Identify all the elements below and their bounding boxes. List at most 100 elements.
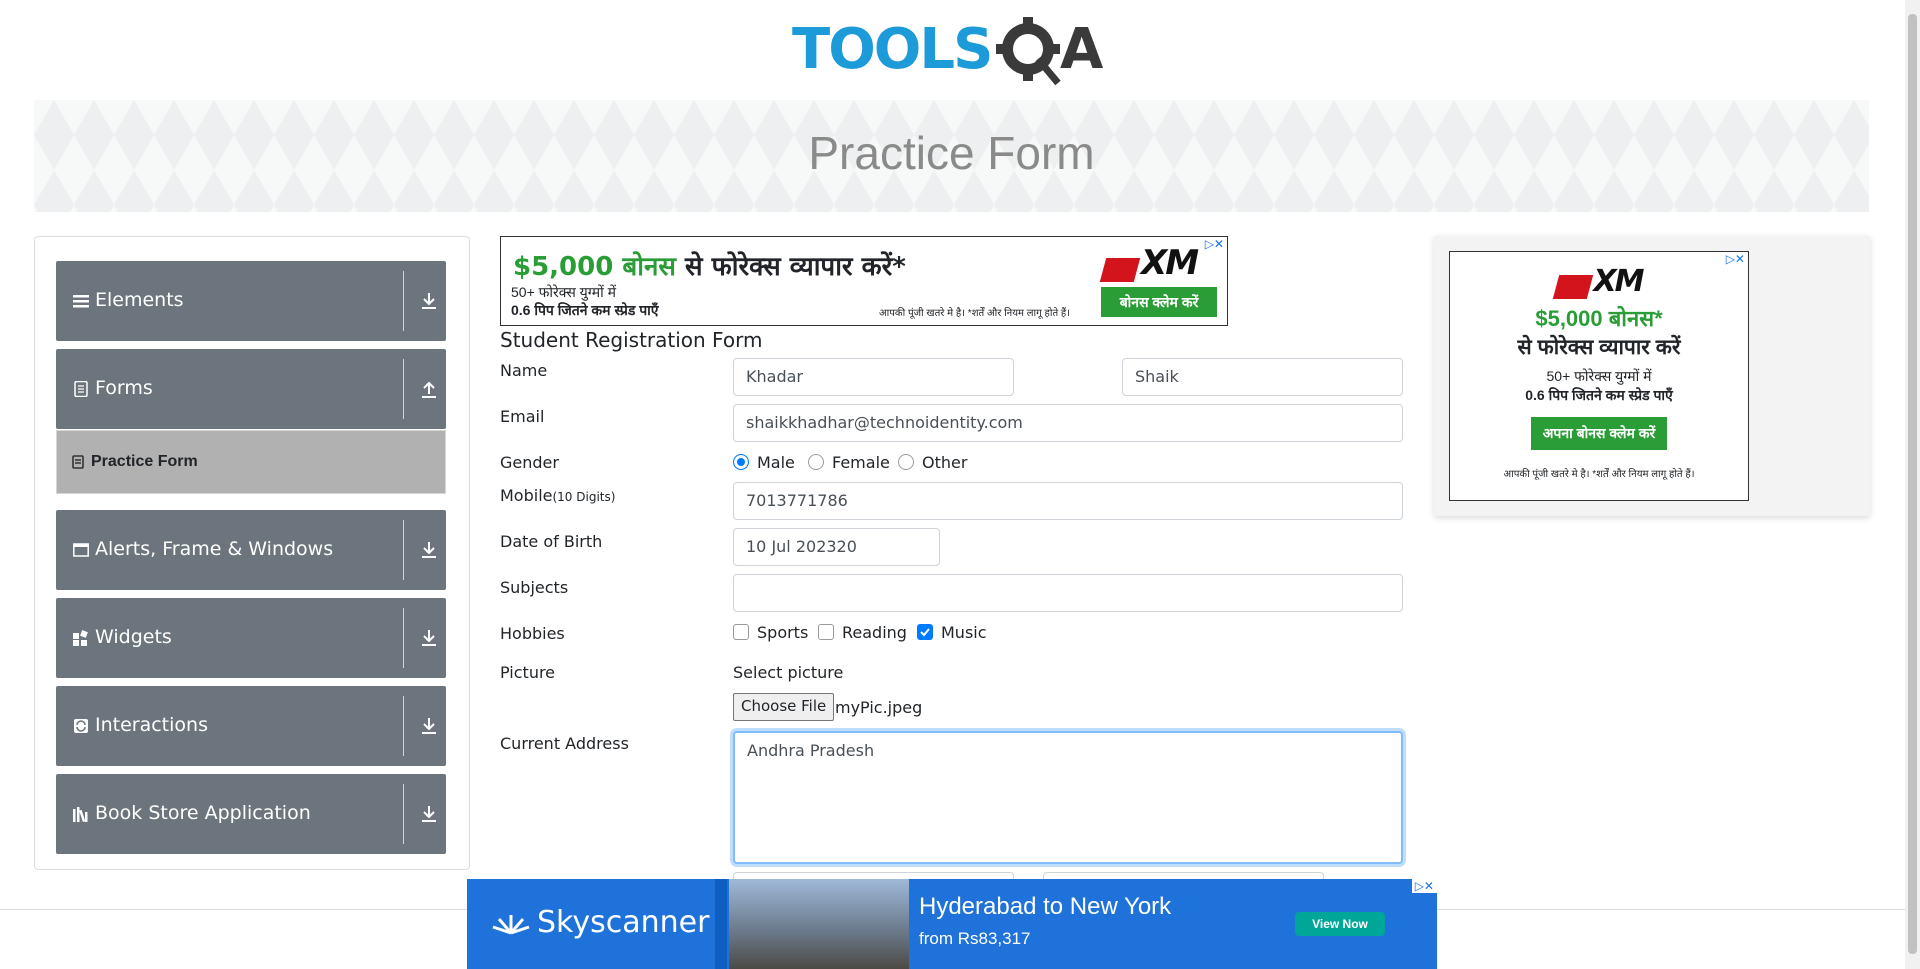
- mobile-label: Mobile(10 Digits): [500, 486, 615, 505]
- sidebar-group-book-store[interactable]: Book Store Application: [56, 774, 446, 854]
- gender-other-label[interactable]: Other: [922, 453, 967, 472]
- ad-line1: 50+ फोरेक्स युग्मों में: [1546, 368, 1652, 384]
- gender-female-radio[interactable]: [808, 454, 824, 470]
- sidebar-divider: [403, 520, 404, 580]
- upload-arrow-icon[interactable]: [420, 379, 438, 399]
- sidebar-group-interactions[interactable]: Interactions: [56, 686, 446, 766]
- hobby-reading-checkbox[interactable]: [818, 624, 834, 640]
- hobbies-label: Hobbies: [500, 624, 565, 643]
- sidebar-group-label: Book Store Application: [95, 802, 311, 824]
- download-arrow-icon[interactable]: [420, 628, 438, 648]
- download-arrow-icon[interactable]: [420, 291, 438, 311]
- picture-label: Picture: [500, 663, 556, 682]
- checkmark-icon: [920, 628, 930, 637]
- vertical-scrollbar[interactable]: [1905, 0, 1920, 969]
- ad-price: from Rs83,317: [919, 929, 1031, 948]
- current-address-textarea[interactable]: Andhra Pradesh: [733, 731, 1403, 864]
- xm-mark-icon: [1099, 257, 1141, 282]
- sidebar-divider: [403, 271, 404, 331]
- toolsqa-logo[interactable]: TOOLS A: [792, 14, 1114, 92]
- hamburger-icon: [73, 295, 89, 308]
- xm-mark-icon: [1552, 274, 1593, 299]
- hobby-music-checkbox[interactable]: [917, 624, 933, 640]
- sidebar-divider: [403, 359, 404, 419]
- sidebar: Elements Forms Practice Form Alerts, Fra…: [34, 236, 470, 870]
- right-advertisement[interactable]: ▷✕ XM $5,000 बोनस* से फोरेक्स व्यापार कर…: [1449, 251, 1749, 501]
- ad-close-icon[interactable]: ▷✕: [1411, 879, 1437, 893]
- mobile-input[interactable]: 7013771786: [733, 482, 1403, 520]
- ad-disclaimer: आपकी पूंजी खतरे मे है। *शर्तें और नियम ल…: [879, 308, 1071, 319]
- download-arrow-icon[interactable]: [420, 540, 438, 560]
- interactions-icon: [74, 719, 88, 733]
- view-now-button[interactable]: View Now: [1295, 912, 1385, 936]
- xm-brand-logo: XM: [1450, 264, 1748, 299]
- dob-input[interactable]: 10 Jul 202320: [733, 528, 940, 566]
- select-picture-label: Select picture: [733, 663, 844, 682]
- mobile-hint: (10 Digits): [552, 490, 616, 504]
- download-arrow-icon[interactable]: [420, 716, 438, 736]
- form-icon: [72, 455, 84, 469]
- subjects-input[interactable]: [733, 574, 1403, 612]
- choose-file-button[interactable]: Choose File: [733, 693, 835, 721]
- address-label: Current Address: [500, 734, 629, 753]
- gender-female-label[interactable]: Female: [832, 453, 890, 472]
- ad-disclaimer: आपकी पूंजी खतरे मे है। *शर्तें और नियम ल…: [1503, 469, 1695, 480]
- ad-slider-dots: [715, 879, 727, 969]
- top-advertisement[interactable]: $5,000 बोनस से फोरेक्स व्यापार करें* 50+…: [500, 236, 1228, 326]
- first-name-input[interactable]: Khadar: [733, 358, 1014, 396]
- sidebar-group-label: Elements: [95, 289, 184, 311]
- ad-line2: 0.6 पिप जितने कम स्प्रेड पाएँ: [1525, 387, 1673, 403]
- logo-text-tools: TOOLS: [792, 17, 991, 82]
- selected-file-name: myPic.jpeg: [835, 698, 923, 717]
- ad-headline: $5,000 बोनस से फोरेक्स व्यापार करें*: [513, 247, 906, 283]
- sidebar-item-label: Practice Form: [91, 453, 198, 470]
- hobby-reading-label[interactable]: Reading: [842, 623, 907, 642]
- sidebar-group-elements[interactable]: Elements: [56, 261, 446, 341]
- bottom-advertisement[interactable]: Skyscanner Hyderabad to New York from Rs…: [467, 879, 1437, 969]
- ad-cta-button[interactable]: अपना बोनस क्लेम करें: [1530, 417, 1668, 450]
- mobile-label-text: Mobile: [500, 486, 553, 505]
- sidebar-group-alerts[interactable]: Alerts, Frame & Windows: [56, 510, 446, 590]
- gender-male-label[interactable]: Male: [757, 453, 795, 472]
- download-arrow-icon[interactable]: [420, 804, 438, 824]
- ad-route: Hyderabad to New York: [919, 893, 1172, 920]
- sidebar-group-widgets[interactable]: Widgets: [56, 598, 446, 678]
- ad-amount: $5,000 बोनस*: [1535, 306, 1663, 331]
- city-skyline-image: [729, 879, 909, 969]
- sidebar-group-forms[interactable]: Forms: [56, 349, 446, 429]
- document-icon: [74, 381, 88, 397]
- ad-line2: 0.6 पिप जितने कम स्प्रेड पाएँ: [511, 302, 659, 318]
- skyscanner-sunburst-icon: [492, 915, 530, 935]
- page-title: Practice Form: [808, 127, 1095, 179]
- gender-male-radio[interactable]: [733, 454, 749, 470]
- name-label: Name: [500, 361, 548, 380]
- sidebar-group-label: Widgets: [95, 626, 172, 648]
- ad-close-icon[interactable]: ▷✕: [1723, 252, 1748, 266]
- gender-label: Gender: [500, 453, 559, 472]
- right-advertisement-container: ▷✕ XM $5,000 बोनस* से फोरेक्स व्यापार कर…: [1434, 236, 1870, 516]
- sidebar-divider: [403, 696, 404, 756]
- scrollbar-thumb[interactable]: [1908, 14, 1917, 954]
- email-input[interactable]: shaikkhadhar@technoidentity.com: [733, 404, 1403, 442]
- last-name-input[interactable]: Shaik: [1122, 358, 1403, 396]
- sidebar-item-practice-form[interactable]: Practice Form: [56, 430, 446, 494]
- xm-brand-logo: XM: [1099, 243, 1199, 283]
- email-label: Email: [500, 407, 545, 426]
- sidebar-group-label: Interactions: [95, 714, 208, 736]
- hobby-music-label[interactable]: Music: [941, 623, 987, 642]
- sidebar-group-label: Forms: [95, 377, 153, 399]
- books-icon: [73, 807, 88, 822]
- dob-label: Date of Birth: [500, 532, 603, 551]
- sidebar-divider: [403, 608, 404, 668]
- ad-close-icon[interactable]: ▷✕: [1202, 237, 1227, 251]
- ad-cta-button[interactable]: बोनस क्लेम करें: [1101, 287, 1217, 317]
- gender-other-radio[interactable]: [898, 454, 914, 470]
- ad-headline: से फोरेक्स व्यापार करें: [1517, 336, 1681, 359]
- sidebar-divider: [403, 784, 404, 844]
- hobby-sports-label[interactable]: Sports: [757, 623, 808, 642]
- ad-headline-rest: से फोरेक्स व्यापार करें*: [675, 252, 906, 282]
- logo-text-a: A: [1060, 17, 1104, 82]
- hobby-sports-checkbox[interactable]: [733, 624, 749, 640]
- window-icon: [73, 543, 89, 557]
- page-banner: Practice Form: [34, 100, 1869, 212]
